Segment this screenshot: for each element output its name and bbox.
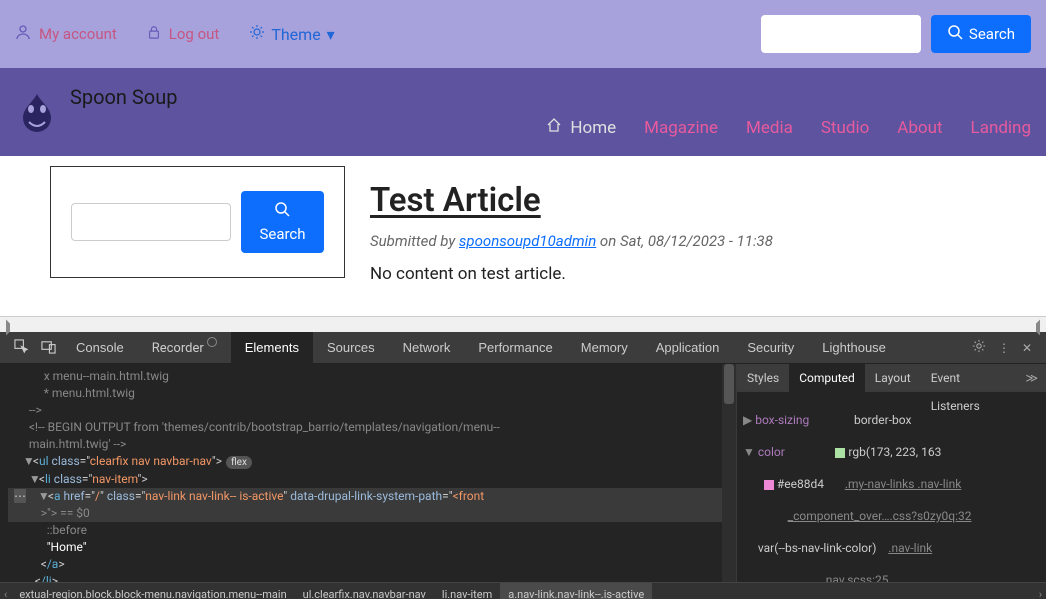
nav-home-label: Home [570,118,616,138]
article-title[interactable]: Test Article [370,181,773,220]
nav-studio[interactable]: Studio [821,118,869,138]
crumb[interactable]: li.nav-item [434,583,500,599]
lock-icon [147,25,161,43]
article-main: Test Article Submitted by spoonsoupd10ad… [340,156,773,316]
stab-events[interactable]: Event Listeners [921,364,1018,392]
content-area: Search Test Article Submitted by spoonso… [0,156,1046,316]
logout-link[interactable]: Log out [147,25,220,43]
code-line[interactable]: ▼<li class="nav-item"> [8,471,728,488]
site-brand[interactable]: Spoon Soup [70,85,177,109]
caret-down-icon: ▾ [327,25,335,44]
sidebar-search-input[interactable] [71,203,231,241]
search-icon [947,24,963,44]
crumb[interactable]: ul.clearfix.nav.navbar-nav [295,583,434,599]
tab-memory[interactable]: Memory [567,332,642,364]
code-line[interactable]: ::before [8,522,728,539]
top-search-area: Search [761,15,1031,53]
tab-console[interactable]: Console [62,332,138,364]
gear-icon[interactable] [966,339,992,356]
elements-tree[interactable]: x menu--main.html.twig * menu.html.twig … [0,364,736,582]
drupal-logo-icon[interactable] [15,90,60,135]
user-icon [15,24,31,44]
code-line-selected[interactable]: ⋯ ▼<a href="/" class="nav-link nav-link-… [8,488,728,505]
code-line[interactable]: </a> [8,556,728,573]
meta-on: on [596,232,620,250]
more-tabs-icon[interactable]: ≫ [1017,371,1046,385]
code-line: * menu.html.twig [8,385,728,402]
stab-computed[interactable]: Computed [789,364,865,392]
code-line[interactable]: "Home" [8,539,728,556]
inspect-icon[interactable] [8,339,35,357]
devtools-tabbar: Console Recorder Elements Sources Networ… [0,332,1046,364]
nav-home[interactable]: Home [546,117,616,138]
breadcrumb-bar[interactable]: ‹ extual-region.block.block-menu.navigat… [0,582,1046,599]
stab-layout[interactable]: Layout [865,364,921,392]
tab-performance[interactable]: Performance [464,332,566,364]
tab-elements[interactable]: Elements [231,332,313,364]
devtools-sidebar: Styles Computed Layout Event Listeners ≫… [736,364,1046,582]
sidebar-search-button[interactable]: Search [241,191,323,253]
nav-media[interactable]: Media [746,118,793,138]
article-meta: Submitted by spoonsoupd10admin on Sat, 0… [370,232,773,250]
sun-icon [249,24,265,44]
code-line: --> [8,402,728,419]
kebab-icon[interactable]: ⋮ [992,341,1016,355]
nav-landing[interactable]: Landing [971,118,1031,138]
article-author-link[interactable]: spoonsoupd10admin [459,232,596,250]
stab-styles[interactable]: Styles [737,364,789,392]
tab-application[interactable]: Application [642,332,734,364]
my-account-link[interactable]: My account [15,24,117,44]
chevron-right-icon[interactable]: › [1035,583,1046,599]
search-icon [274,201,290,221]
close-icon[interactable]: ✕ [1016,341,1038,355]
user-links: My account Log out Theme ▾ [15,24,335,44]
horizontal-scrollbar[interactable] [0,316,1046,332]
chevron-left-icon[interactable]: ‹ [0,583,11,599]
code-line: x menu--main.html.twig [8,368,728,385]
device-icon[interactable] [35,339,62,357]
theme-dropdown[interactable]: Theme ▾ [249,24,334,44]
main-nav-links: Home Magazine Media Studio About Landing [546,117,1031,138]
top-search-label: Search [969,25,1015,43]
sidebar-search-box: Search [50,166,345,278]
crumb[interactable]: extual-region.block.block-menu.navigatio… [11,583,294,599]
crumb-active[interactable]: a.nav-link.nav-link--.is-active [500,583,652,599]
tab-lighthouse[interactable]: Lighthouse [808,332,900,364]
code-line[interactable]: >"> == $0 [8,505,728,522]
tab-sources[interactable]: Sources [313,332,389,364]
sidebar-search-label: Search [259,225,305,243]
theme-label: Theme [271,25,320,44]
devtools-body: x menu--main.html.twig * menu.html.twig … [0,364,1046,582]
vertical-scrollbar[interactable] [722,364,736,582]
user-toolbar: My account Log out Theme ▾ Search [0,0,1046,68]
computed-panel[interactable]: ▶ box-sizing border-box ▼ color rgb(173,… [737,392,1046,582]
tab-recorder[interactable]: Recorder [138,332,231,364]
nav-magazine[interactable]: Magazine [644,118,718,138]
nav-about[interactable]: About [897,118,942,138]
code-line: main.html.twig' --> [8,436,728,453]
my-account-label: My account [39,25,117,43]
meta-prefix: Submitted by [370,232,459,250]
devtools-panel: Console Recorder Elements Sources Networ… [0,332,1046,599]
code-line[interactable]: ▼<ul class="clearfix nav navbar-nav">fle… [8,453,728,471]
main-navbar: Spoon Soup Home Magazine Media Studio Ab… [0,68,1046,156]
article-body: No content on test article. [370,264,773,284]
code-line[interactable]: </li> [8,573,728,582]
article-date: Sat, 08/12/2023 - 11:38 [620,232,773,250]
sidebar-tabs: Styles Computed Layout Event Listeners ≫ [737,364,1046,392]
sidebar-search-block: Search [0,156,340,316]
home-icon [546,117,562,138]
logout-label: Log out [169,25,220,43]
top-search-button[interactable]: Search [931,15,1031,53]
code-line: <!-- BEGIN OUTPUT from 'themes/contrib/b… [8,419,728,436]
tab-network[interactable]: Network [389,332,465,364]
top-search-input[interactable] [761,15,921,53]
tab-security[interactable]: Security [733,332,808,364]
